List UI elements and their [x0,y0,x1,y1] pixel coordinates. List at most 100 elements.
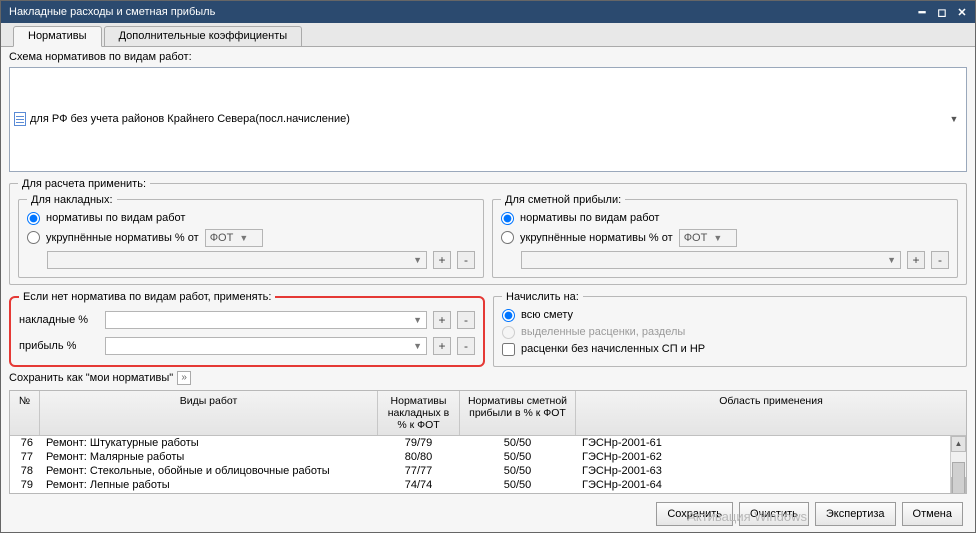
apply-without-label: расценки без начисленных СП и НР [521,343,705,355]
overhead-legend: Для накладных: [27,194,117,206]
cell-nak: 77/77 [378,464,460,478]
save-as-label: Сохранить как "мои нормативы" [9,372,173,384]
clear-button[interactable]: Очистить [739,502,809,526]
cell-nak: 80/80 [378,450,460,464]
chevron-down-icon: ▼ [713,233,722,243]
scroll-thumb[interactable] [952,462,965,494]
profit-radio-enlarged[interactable] [501,231,514,244]
fallback-overhead-combo[interactable]: ▼ [105,311,427,329]
cell-area: ГЭСНр-2001-62 [576,450,950,464]
calc-legend: Для расчета применить: [18,178,150,190]
overhead-minus-button[interactable]: - [457,251,475,269]
overhead-value-combo[interactable]: ▼ [47,251,427,269]
cell-name: Ремонт: Лепные работы [40,478,378,492]
th-area[interactable]: Область применения [576,391,966,435]
chevron-down-icon: ▼ [946,114,962,124]
fallback-group: Если нет норматива по видам работ, приме… [9,291,485,367]
scrollbar[interactable]: ▲ ▼ [950,436,966,494]
cell-area: ГЭСНр-2001-65 [576,492,950,494]
cell-nak: 74/74 [378,492,460,494]
overhead-radio-by-type[interactable] [27,212,40,225]
overhead-radio-enlarged[interactable] [27,231,40,244]
profit-value-combo[interactable]: ▼ [521,251,901,269]
profit-minus-button[interactable]: - [931,251,949,269]
profit-base-combo[interactable]: ФОТ▼ [679,229,737,247]
minimize-button[interactable]: ━ [913,4,931,20]
cell-sp: 50/50 [460,436,576,450]
table-body[interactable]: 76Ремонт: Штукатурные работы79/7950/50ГЭ… [10,436,950,494]
footer: Активация Windows Сохранить Очистить Экс… [9,494,967,526]
chevron-down-icon: ▼ [413,315,422,325]
cell-area: ГЭСНр-2001-64 [576,478,950,492]
content: Схема нормативов по видам работ: для РФ … [1,47,975,532]
cell-name: Ремонт: Малярные работы [40,450,378,464]
profit-enlarged-label: укрупнённые нормативы % от [520,232,673,244]
fallback-profit-combo[interactable]: ▼ [105,337,427,355]
chevron-down-icon: ▼ [239,233,248,243]
cell-no: 76 [10,436,40,450]
fallback-profit-plus[interactable]: + [433,337,451,355]
expert-button[interactable]: Экспертиза [815,502,896,526]
apply-all-label: всю смету [521,309,573,321]
th-nak[interactable]: Нормативы накладных в % к ФОТ [378,391,460,435]
cell-sp: 50/50 [460,478,576,492]
overhead-group: Для накладных: нормативы по видам работ … [18,194,484,278]
profit-group: Для сметной прибыли: нормативы по видам … [492,194,958,278]
cell-name: Ремонт: Стекольные, обойные и облицовочн… [40,464,378,478]
scheme-combo[interactable]: для РФ без учета районов Крайнего Севера… [9,67,967,172]
fallback-overhead-plus[interactable]: + [433,311,451,329]
window-title: Накладные расходы и сметная прибыль [9,6,913,18]
cell-name: Ремонт: Штукатурные работы [40,436,378,450]
cancel-button[interactable]: Отмена [902,502,963,526]
tab-coefficients[interactable]: Дополнительные коэффициенты [104,26,303,46]
apply-selected-radio [502,326,515,339]
apply-selected-label: выделенные расценки, разделы [521,326,685,338]
table: № Виды работ Нормативы накладных в % к Ф… [9,390,967,495]
table-row[interactable]: 79Ремонт: Лепные работы74/7450/50ГЭСНр-2… [10,478,950,492]
cell-area: ГЭСНр-2001-63 [576,464,950,478]
tab-normatives[interactable]: Нормативы [13,26,102,47]
apply-without-check[interactable] [502,343,515,356]
fallback-profit-minus[interactable]: - [457,337,475,355]
table-row[interactable]: 77Ремонт: Малярные работы80/8050/50ГЭСНр… [10,450,950,464]
cell-area: ГЭСНр-2001-61 [576,436,950,450]
fallback-profit-label: прибыль % [19,340,99,352]
table-header: № Виды работ Нормативы накладных в % к Ф… [10,391,966,436]
cell-sp: 50/50 [460,492,576,494]
maximize-button[interactable]: ◻ [933,4,951,20]
cell-nak: 79/79 [378,436,460,450]
overhead-plus-button[interactable]: + [433,251,451,269]
apply-to-group: Начислить на: всю смету выделенные расце… [493,291,967,367]
scheme-value: для РФ без учета районов Крайнего Севера… [30,113,350,125]
th-sp[interactable]: Нормативы сметной прибыли в % к ФОТ [460,391,576,435]
scroll-track[interactable] [951,452,966,478]
table-row[interactable]: 80Ремонт: Внутренние санитарно-техническ… [10,492,950,494]
calc-group: Для расчета применить: Для накладных: но… [9,178,967,285]
tabs: Нормативы Дополнительные коэффициенты [1,23,975,47]
fallback-overhead-label: накладные % [19,314,99,326]
save-as-expand-button[interactable]: » [177,371,191,385]
table-row[interactable]: 76Ремонт: Штукатурные работы79/7950/50ГЭ… [10,436,950,450]
fallback-legend: Если нет норматива по видам работ, приме… [19,291,275,303]
apply-to-legend: Начислить на: [502,291,583,303]
cell-sp: 50/50 [460,450,576,464]
profit-radio-by-type[interactable] [501,212,514,225]
th-name[interactable]: Виды работ [40,391,378,435]
cell-nak: 74/74 [378,478,460,492]
save-button[interactable]: Сохранить [656,502,733,526]
chevron-down-icon: ▼ [413,255,422,265]
profit-plus-button[interactable]: + [907,251,925,269]
scheme-label: Схема нормативов по видам работ: [9,51,192,63]
cell-no: 80 [10,492,40,494]
th-no[interactable]: № [10,391,40,435]
chevron-down-icon: ▼ [887,255,896,265]
cell-no: 77 [10,450,40,464]
table-row[interactable]: 78Ремонт: Стекольные, обойные и облицово… [10,464,950,478]
close-button[interactable]: ✕ [953,4,971,20]
apply-all-radio[interactable] [502,309,515,322]
cell-no: 79 [10,478,40,492]
fallback-overhead-minus[interactable]: - [457,311,475,329]
overhead-base-combo[interactable]: ФОТ▼ [205,229,263,247]
titlebar: Накладные расходы и сметная прибыль ━ ◻ … [1,1,975,23]
scroll-up-button[interactable]: ▲ [951,436,966,452]
